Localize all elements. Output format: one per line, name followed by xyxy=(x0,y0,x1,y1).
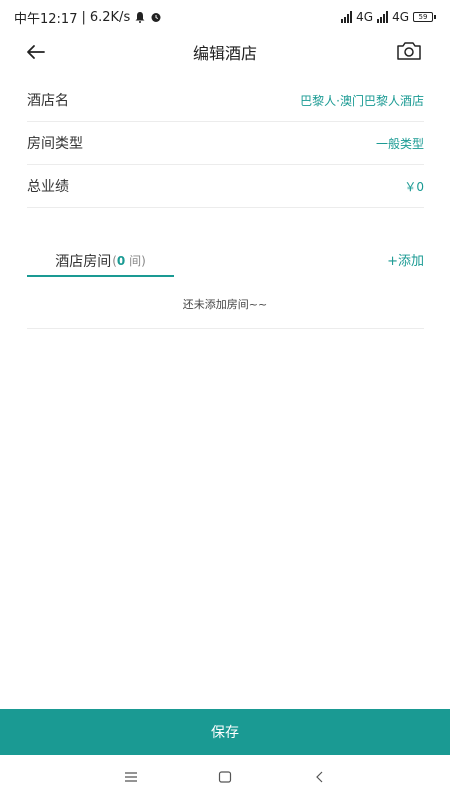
status-bar: 中午12:17 | 6.2K/s 4G 4G 59 xyxy=(0,0,450,34)
empty-rooms-text: 还未添加房间~~ xyxy=(182,298,268,311)
camera-icon[interactable] xyxy=(396,40,422,62)
divider xyxy=(27,328,424,329)
network-label-1: 4G xyxy=(356,10,374,24)
tab-hotel-rooms-label: 酒店房间 xyxy=(55,253,112,270)
network-label-2: 4G xyxy=(392,10,409,24)
total-performance-value: ￥0 xyxy=(404,179,424,194)
arrow-left-icon[interactable] xyxy=(24,40,48,64)
system-nav-bar xyxy=(0,755,450,800)
total-performance-row: 总业绩 ￥0 xyxy=(27,165,424,208)
home-icon[interactable] xyxy=(218,770,232,784)
save-button[interactable]: 保存 xyxy=(0,709,450,755)
battery-level: 59 xyxy=(413,12,433,22)
battery-icon: 59 xyxy=(413,12,436,22)
back-icon[interactable] xyxy=(313,770,327,784)
status-speed: 6.2K/s xyxy=(89,9,131,25)
status-left: 中午12:17 | 6.2K/s xyxy=(14,8,162,27)
room-type-label: 房间类型 xyxy=(27,136,83,152)
tab-hotel-rooms[interactable]: 酒店房间 (0 间) xyxy=(27,246,174,277)
room-count-value: 0 xyxy=(116,254,126,268)
header: 编辑酒店 xyxy=(0,34,450,70)
hotel-name-value[interactable]: 巴黎人·澳门巴黎人酒店 xyxy=(300,92,424,109)
status-time: 中午12:17 xyxy=(14,11,78,27)
status-separator: | xyxy=(81,9,86,25)
alarm-icon xyxy=(151,13,161,22)
room-type-row[interactable]: 房间类型 一般类型 xyxy=(27,122,424,165)
room-count-unit: 间) xyxy=(125,254,146,268)
room-type-value[interactable]: 一般类型 xyxy=(376,135,424,152)
signal-icon-2 xyxy=(377,11,389,23)
page-title: 编辑酒店 xyxy=(192,44,257,63)
hotel-name-label: 酒店名 xyxy=(27,93,69,109)
bell-icon xyxy=(135,12,145,23)
menu-icon[interactable] xyxy=(124,770,138,784)
total-performance-label: 总业绩 xyxy=(27,179,69,195)
status-right: 4G 4G 59 xyxy=(341,10,436,24)
hotel-name-row[interactable]: 酒店名 巴黎人·澳门巴黎人酒店 xyxy=(27,79,424,122)
room-count: (0 间) xyxy=(112,252,146,269)
add-room-button[interactable]: +添加 xyxy=(387,250,424,269)
signal-icon xyxy=(341,11,353,23)
